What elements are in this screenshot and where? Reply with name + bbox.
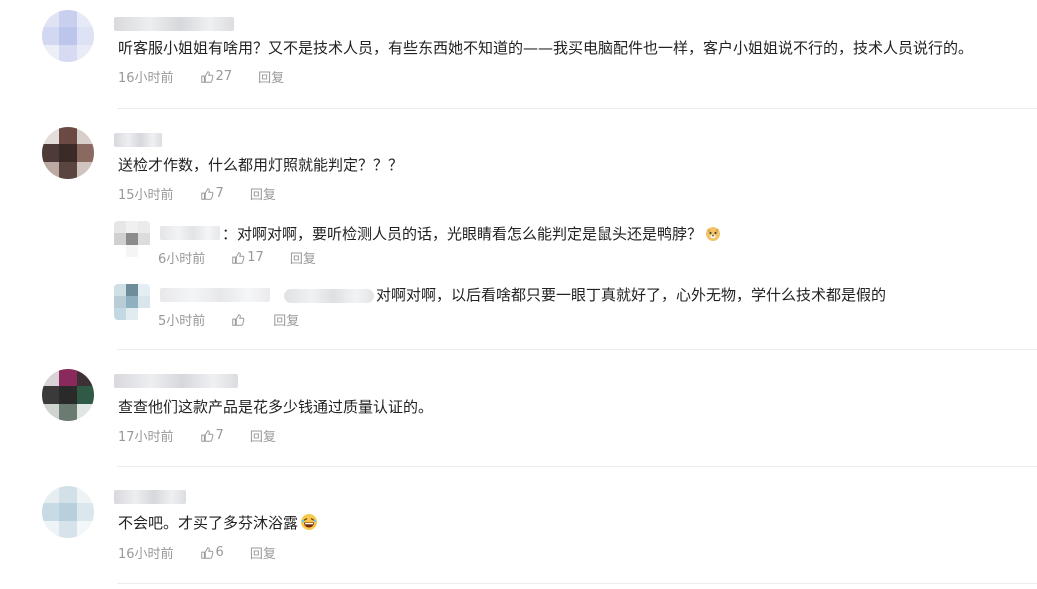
reply-button[interactable]: 回复 bbox=[273, 310, 299, 329]
timestamp: 15小时前 bbox=[118, 188, 174, 203]
avatar[interactable] bbox=[42, 10, 94, 62]
like-button[interactable]: 6 bbox=[200, 545, 224, 560]
like-button[interactable]: 17 bbox=[231, 250, 264, 265]
comment-meta: 17小时前 7 回复 bbox=[118, 426, 276, 445]
doge-emoji bbox=[706, 227, 721, 241]
reply-button[interactable]: 回复 bbox=[250, 543, 276, 562]
like-count: 7 bbox=[215, 428, 224, 443]
like-count: 17 bbox=[247, 250, 264, 265]
timestamp: 16小时前 bbox=[118, 71, 174, 86]
timestamp: 17小时前 bbox=[118, 430, 174, 445]
username[interactable] bbox=[114, 17, 234, 31]
thumbs-up-icon bbox=[200, 70, 213, 83]
thumbs-up-icon bbox=[232, 251, 245, 264]
thumbs-up-icon bbox=[232, 313, 245, 326]
like-count: 27 bbox=[215, 69, 233, 84]
reply-meta: 5小时前 回复 bbox=[158, 310, 299, 329]
reply-text: ：对啊对啊，要听检测人员的话，光眼睛看怎么能判定是鼠头还是鸭脖？ bbox=[222, 224, 722, 244]
thumbs-up-icon bbox=[200, 187, 213, 200]
divider bbox=[117, 349, 1037, 350]
timestamp: 5小时前 bbox=[158, 314, 206, 329]
reply-avatar[interactable] bbox=[114, 221, 150, 257]
reply-to-username[interactable] bbox=[284, 289, 374, 303]
thumbs-up-icon bbox=[200, 546, 213, 559]
comment-meta: 16小时前 6 回复 bbox=[118, 543, 276, 562]
comment-text: 听客服小姐姐有啥用？又不是技术人员，有些东西她不知道的——我买电脑配件也一样，客… bbox=[118, 39, 974, 57]
divider bbox=[117, 108, 1037, 109]
like-count: 7 bbox=[215, 186, 224, 201]
comment-text: 查查他们这款产品是花多少钱通过质量认证的。 bbox=[118, 398, 434, 416]
reply-button[interactable]: 回复 bbox=[258, 67, 284, 86]
timestamp: 16小时前 bbox=[118, 547, 174, 562]
username[interactable] bbox=[114, 490, 186, 504]
avatar[interactable] bbox=[42, 127, 94, 179]
reply-username[interactable] bbox=[160, 288, 270, 302]
avatar[interactable] bbox=[42, 369, 94, 421]
laughing-emoji bbox=[301, 514, 318, 530]
comment-text: 不会吧。才买了多芬沐浴露 bbox=[118, 513, 318, 533]
like-button[interactable]: 7 bbox=[200, 428, 224, 443]
like-button[interactable]: 7 bbox=[200, 186, 224, 201]
like-button[interactable] bbox=[231, 313, 247, 327]
comment-text: 送检才作数，什么都用灯照就能判定？？？ bbox=[118, 156, 404, 174]
divider bbox=[117, 583, 1037, 584]
reply-meta: 6小时前 17 回复 bbox=[158, 248, 316, 267]
username[interactable] bbox=[114, 133, 162, 147]
reply-text: 对啊对啊，以后看啥都只要一眼丁真就好了，心外无物，学什么技术都是假的 bbox=[376, 286, 887, 304]
reply-button[interactable]: 回复 bbox=[250, 426, 276, 445]
like-count: 6 bbox=[215, 545, 224, 560]
like-button[interactable]: 27 bbox=[200, 69, 233, 84]
divider bbox=[117, 466, 1037, 467]
reply-avatar[interactable] bbox=[114, 284, 150, 320]
reply-text-content: ：对啊对啊，要听检测人员的话，光眼睛看怎么能判定是鼠头还是鸭脖？ bbox=[222, 225, 703, 243]
reply-button[interactable]: 回复 bbox=[290, 248, 316, 267]
timestamp: 6小时前 bbox=[158, 252, 206, 267]
comment-text-content: 不会吧。才买了多芬沐浴露 bbox=[118, 514, 299, 532]
reply-button[interactable]: 回复 bbox=[250, 184, 276, 203]
comment-meta: 15小时前 7 回复 bbox=[118, 184, 276, 203]
comment-meta: 16小时前 27 回复 bbox=[118, 67, 284, 86]
reply-username[interactable] bbox=[160, 226, 220, 240]
avatar[interactable] bbox=[42, 486, 94, 538]
username[interactable] bbox=[114, 374, 238, 388]
thumbs-up-icon bbox=[200, 429, 213, 442]
